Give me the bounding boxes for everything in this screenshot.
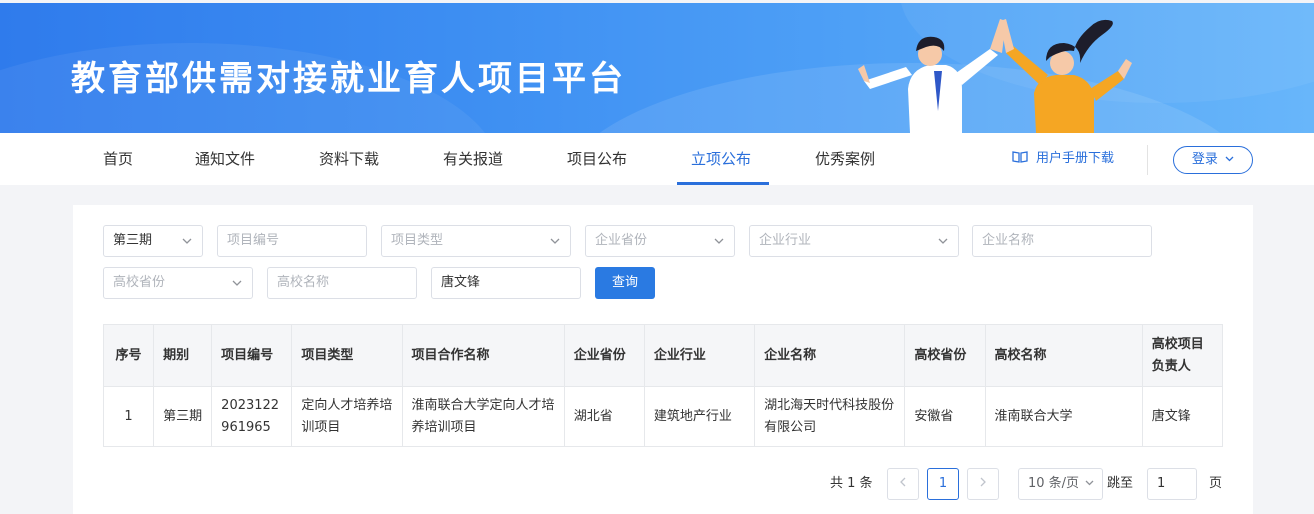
column-header: 企业省份 xyxy=(563,324,645,387)
nav-divider xyxy=(1147,145,1148,175)
column-header: 项目合作名称 xyxy=(401,324,565,387)
user-manual-download-link[interactable]: 用户手册下载 xyxy=(1012,133,1114,185)
company-name-input[interactable]: 企业名称 xyxy=(972,225,1152,257)
book-icon xyxy=(1012,151,1028,163)
company-name-placeholder: 企业名称 xyxy=(982,233,1035,248)
school-province-select[interactable]: 高校省份 xyxy=(103,267,253,299)
banner-title: 教育部供需对接就业育人项目平台 xyxy=(71,59,626,99)
company-province-placeholder: 企业省份 xyxy=(595,233,648,248)
company-industry-placeholder: 企业行业 xyxy=(759,233,812,248)
company-industry-select[interactable]: 企业行业 xyxy=(749,225,959,257)
chevron-down-icon xyxy=(1085,480,1094,486)
column-header: 企业名称 xyxy=(754,324,906,387)
login-button[interactable]: 登录 xyxy=(1173,146,1253,174)
chevron-down-icon xyxy=(1225,156,1234,162)
project-type-select[interactable]: 项目类型 xyxy=(381,225,571,257)
chevron-left-icon xyxy=(900,477,906,487)
jump-page-input[interactable]: 1 xyxy=(1147,468,1197,500)
leader-name-value: 唐文锋 xyxy=(441,275,481,290)
nav-item-notices[interactable]: 通知文件 xyxy=(195,133,255,185)
school-name-input[interactable]: 高校名称 xyxy=(267,267,417,299)
nav-item-project-announce[interactable]: 项目公布 xyxy=(567,133,627,185)
nav-item-approval-announce[interactable]: 立项公布 xyxy=(691,133,751,185)
project-no-placeholder: 项目编号 xyxy=(227,233,280,248)
login-label: 登录 xyxy=(1191,152,1218,167)
column-header: 项目编号 xyxy=(211,324,293,387)
table-cell: 2023122961965 xyxy=(211,386,293,447)
table-cell: 1 xyxy=(102,386,155,447)
table-cell: 唐文锋 xyxy=(1141,386,1224,447)
chevron-right-icon xyxy=(980,477,986,487)
nav-item-reports[interactable]: 有关报道 xyxy=(443,133,503,185)
school-province-placeholder: 高校省份 xyxy=(113,275,166,290)
query-button[interactable]: 查询 xyxy=(595,267,655,299)
results-table: 序号 期别 项目编号 项目类型 项目合作名称 企业省份 企业行业 企业名称 高校… xyxy=(102,324,1224,447)
chevron-down-icon xyxy=(232,280,242,286)
page-button-current[interactable]: 1 xyxy=(927,468,959,500)
table-cell: 安徽省 xyxy=(904,386,986,447)
column-header: 企业行业 xyxy=(643,324,756,387)
table-cell: 湖北省 xyxy=(563,386,645,447)
table-header-row: 序号 期别 项目编号 项目类型 项目合作名称 企业省份 企业行业 企业名称 高校… xyxy=(102,324,1224,387)
company-province-select[interactable]: 企业省份 xyxy=(585,225,735,257)
period-value: 第三期 xyxy=(113,233,153,248)
period-select[interactable]: 第三期 xyxy=(103,225,203,257)
table-cell: 淮南联合大学定向人才培养培训项目 xyxy=(401,386,565,447)
page-size-value: 10 条/页 xyxy=(1028,476,1080,491)
column-header: 项目类型 xyxy=(291,324,403,387)
user-manual-label: 用户手册下载 xyxy=(1036,151,1115,166)
column-header: 高校名称 xyxy=(984,324,1143,387)
page-size-select[interactable]: 10 条/页 xyxy=(1018,468,1103,500)
project-type-placeholder: 项目类型 xyxy=(391,233,444,248)
header-banner: 教育部供需对接就业育人项目平台 xyxy=(0,3,1314,133)
column-header: 序号 xyxy=(102,324,155,387)
column-header: 高校项目负责人 xyxy=(1141,324,1224,387)
chevron-down-icon xyxy=(714,238,724,244)
table-cell: 第三期 xyxy=(153,386,213,447)
nav-item-home[interactable]: 首页 xyxy=(103,133,133,185)
nav-item-cases[interactable]: 优秀案例 xyxy=(815,133,875,185)
table-cell: 淮南联合大学 xyxy=(984,386,1143,447)
high-five-illustration xyxy=(858,19,1132,133)
pagination-total: 共 1 条 xyxy=(830,476,873,491)
school-name-placeholder: 高校名称 xyxy=(277,275,330,290)
column-header: 高校省份 xyxy=(904,324,986,387)
leader-name-input[interactable]: 唐文锋 xyxy=(431,267,581,299)
nav-item-downloads[interactable]: 资料下载 xyxy=(319,133,379,185)
prev-page-button[interactable] xyxy=(887,468,919,500)
main-nav: 首页 通知文件 资料下载 有关报道 项目公布 立项公布 优秀案例 用户手册下载 xyxy=(0,133,1314,185)
chevron-down-icon xyxy=(182,238,192,244)
page-suffix-label: 页 xyxy=(1209,476,1223,491)
column-header: 期别 xyxy=(153,324,213,387)
table-cell: 湖北海天时代科技股份有限公司 xyxy=(754,386,906,447)
project-no-input[interactable]: 项目编号 xyxy=(217,225,367,257)
chevron-down-icon xyxy=(550,238,560,244)
table-row: 1 第三期 2023122961965 定向人才培养培训项目 淮南联合大学定向人… xyxy=(102,386,1224,447)
chevron-down-icon xyxy=(938,238,948,244)
table-cell: 建筑地产行业 xyxy=(643,386,756,447)
next-page-button[interactable] xyxy=(967,468,999,500)
jump-to-label: 跳至 xyxy=(1107,476,1134,491)
active-tab-indicator xyxy=(677,182,769,185)
table-cell: 定向人才培养培训项目 xyxy=(291,386,403,447)
